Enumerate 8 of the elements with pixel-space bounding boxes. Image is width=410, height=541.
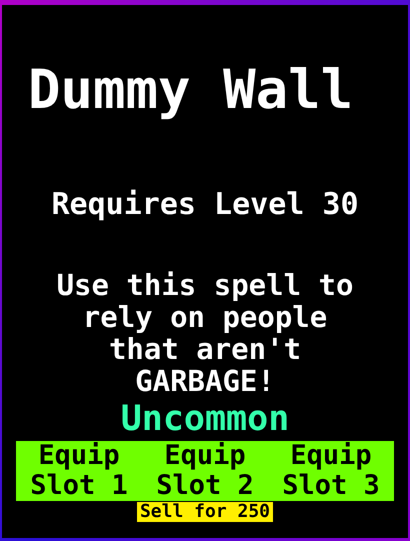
sell-button[interactable]: Sell for 250 (136, 502, 274, 522)
level-requirement: Requires Level 30 (51, 188, 359, 222)
equip-button[interactable]: Equip Slot 2 (142, 441, 268, 501)
spell-title: Dummy Wall (28, 60, 354, 120)
equip-button[interactable]: Equip Slot 3 (268, 441, 394, 501)
equip-button[interactable]: Equip Slot 1 (16, 441, 142, 501)
rarity-label: Uncommon (120, 404, 290, 434)
spell-description: Use this spell to rely on people that aren't GARBAGE! (56, 269, 354, 397)
